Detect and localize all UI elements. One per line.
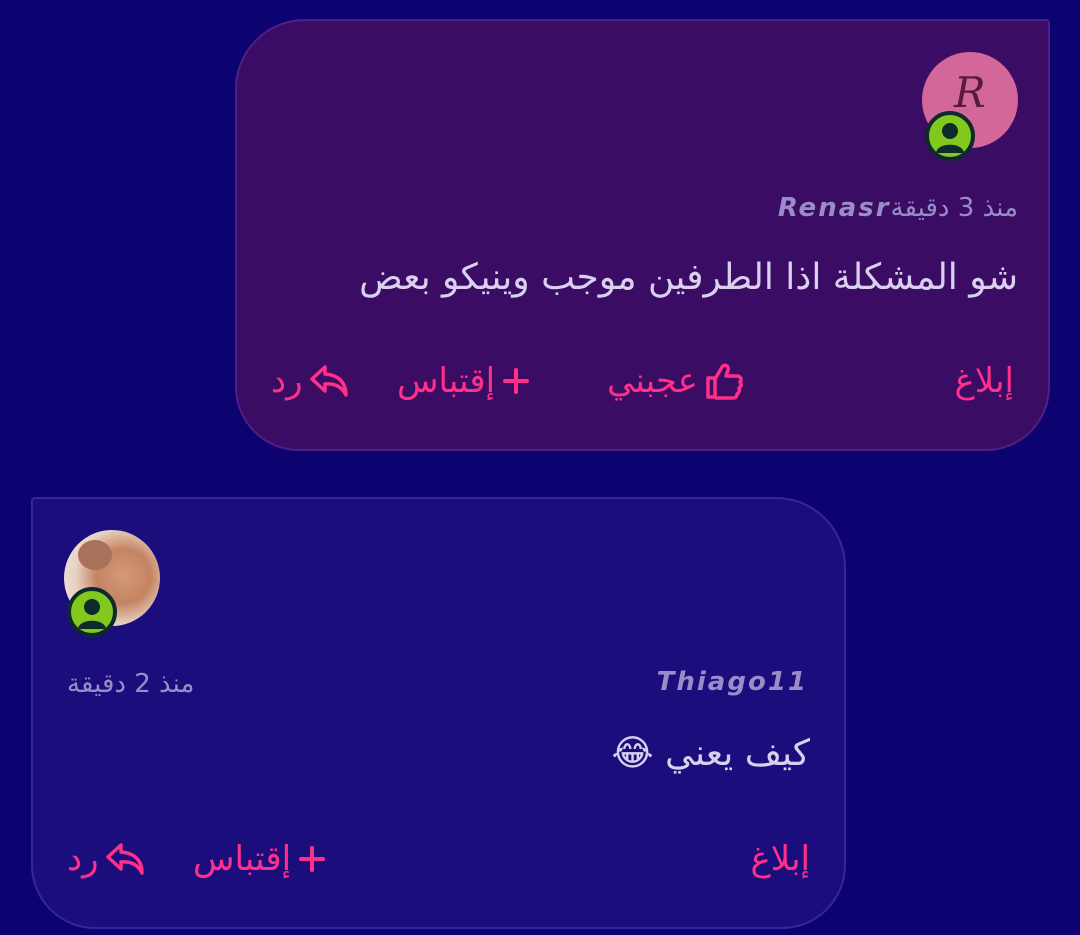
user-online-icon bbox=[67, 587, 117, 637]
plus-icon bbox=[501, 366, 531, 396]
report-label: إبلاغ bbox=[954, 361, 1014, 401]
plus-icon bbox=[297, 844, 327, 874]
user-online-icon bbox=[925, 111, 975, 161]
comment-text: كيف يعني 😂 bbox=[611, 733, 810, 774]
username[interactable]: Thiago11 bbox=[657, 667, 808, 697]
comment-text: شو المشكلة اذا الطرفين موجب وينيكو بعض bbox=[359, 257, 1018, 298]
thumbs-up-icon bbox=[704, 362, 744, 400]
reply-arrow-icon bbox=[309, 364, 349, 398]
reply-button[interactable]: رد bbox=[271, 361, 349, 401]
quote-button[interactable]: إقتباس bbox=[193, 839, 327, 879]
timestamp: منذ 2 دقيقة bbox=[67, 669, 195, 699]
reply-label: رد bbox=[67, 839, 99, 879]
avatar-photo-detail bbox=[78, 540, 112, 570]
comment-meta: منذ 3 دقيقةRenasr bbox=[778, 193, 1018, 223]
comment-card: R منذ 3 دقيقةRenasr شو المشكلة اذا الطرف… bbox=[235, 19, 1050, 451]
like-label: عجبني bbox=[607, 361, 699, 401]
report-button[interactable]: إبلاغ bbox=[955, 361, 1014, 401]
reply-arrow-icon bbox=[105, 842, 145, 876]
quote-label: إقتباس bbox=[397, 361, 496, 401]
avatar-letter: R bbox=[954, 68, 986, 117]
comment-card: Thiago11 منذ 2 دقيقة كيف يعني 😂 إبلاغ إق… bbox=[31, 497, 846, 929]
quote-label: إقتباس bbox=[193, 839, 292, 879]
report-label: إبلاغ bbox=[750, 839, 810, 879]
like-button[interactable]: عجبني bbox=[607, 361, 744, 401]
report-button[interactable]: إبلاغ bbox=[751, 839, 810, 879]
username[interactable]: Renasr bbox=[778, 193, 891, 223]
reply-label: رد bbox=[271, 361, 303, 401]
reply-button[interactable]: رد bbox=[67, 839, 145, 879]
quote-button[interactable]: إقتباس bbox=[397, 361, 531, 401]
timestamp: منذ 3 دقيقة bbox=[890, 193, 1018, 223]
